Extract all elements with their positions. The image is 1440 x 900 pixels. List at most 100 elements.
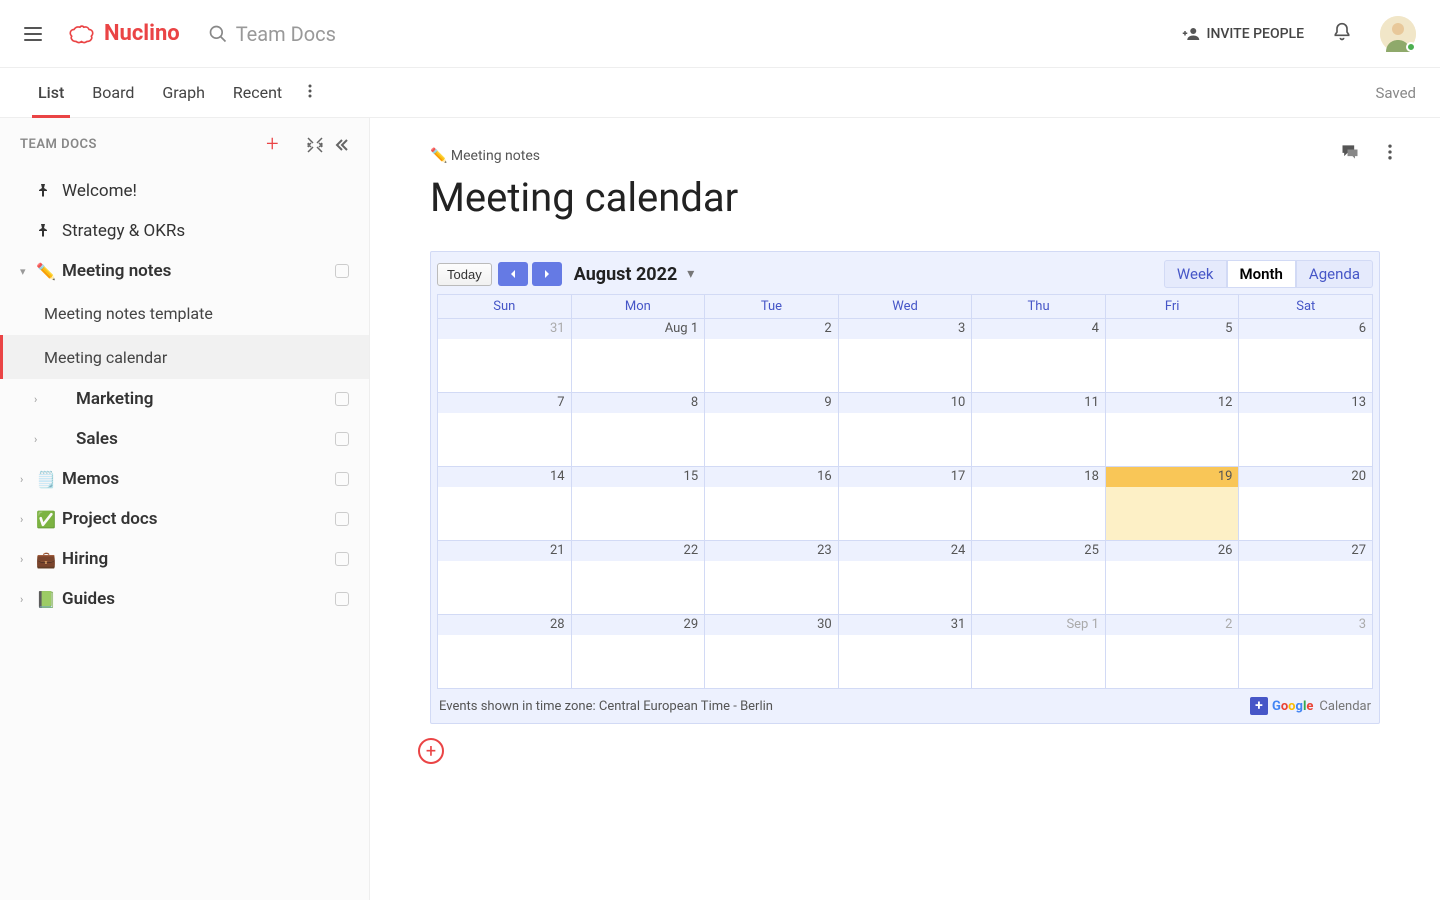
sidebar-child-item[interactable]: Meeting calendar — [0, 335, 369, 379]
top-header: Nuclino Team Docs INVITE PEOPLE — [0, 0, 1440, 68]
notifications-button[interactable] — [1332, 21, 1352, 47]
day-cell[interactable]: 12 — [1105, 392, 1239, 466]
google-calendar-link[interactable]: + Google Calendar — [1250, 697, 1371, 715]
day-cell[interactable]: 4 — [971, 318, 1105, 392]
today-button[interactable]: Today — [437, 263, 492, 286]
user-avatar[interactable] — [1380, 16, 1416, 52]
search-box[interactable]: Team Docs — [208, 22, 1183, 46]
day-cell[interactable]: 11 — [971, 392, 1105, 466]
day-cell[interactable]: 29 — [571, 614, 705, 688]
day-cell[interactable]: 13 — [1238, 392, 1372, 466]
dow-label: Tue — [704, 295, 838, 318]
day-cell[interactable]: 15 — [571, 466, 705, 540]
day-cell[interactable]: 22 — [571, 540, 705, 614]
page-title[interactable]: Meeting calendar — [430, 174, 1380, 221]
day-cell[interactable]: 5 — [1105, 318, 1239, 392]
day-number: 25 — [972, 541, 1105, 561]
day-cell[interactable]: 21 — [438, 540, 571, 614]
invite-people-button[interactable]: INVITE PEOPLE — [1182, 25, 1304, 43]
checkbox-icon[interactable] — [335, 432, 349, 446]
collapse-sidebar-icon[interactable] — [333, 137, 349, 153]
day-cell[interactable]: 24 — [838, 540, 972, 614]
day-number: 9 — [705, 393, 838, 413]
sidebar-item[interactable]: Strategy & OKRs — [0, 211, 369, 251]
comments-icon[interactable] — [1340, 142, 1360, 162]
day-number: 2 — [705, 319, 838, 339]
next-month-button[interactable] — [532, 262, 562, 286]
breadcrumb[interactable]: ✏️ Meeting notes — [430, 148, 1380, 164]
more-vertical-icon — [302, 83, 318, 99]
day-number: 19 — [1106, 467, 1239, 487]
day-cell[interactable]: 8 — [571, 392, 705, 466]
more-vertical-icon[interactable] — [1380, 142, 1400, 162]
month-picker-button[interactable]: ▾ — [687, 266, 694, 282]
day-cell[interactable]: 28 — [438, 614, 571, 688]
sidebar-item[interactable]: ›💼Hiring — [0, 539, 369, 579]
sidebar-item[interactable]: ›Marketing — [0, 379, 369, 419]
week-row: 31Aug 123456 — [438, 318, 1372, 392]
day-cell[interactable]: 26 — [1105, 540, 1239, 614]
day-cell[interactable]: Aug 1 — [571, 318, 705, 392]
tab-graph[interactable]: Graph — [148, 68, 219, 118]
sidebar-item[interactable]: Welcome! — [0, 171, 369, 211]
doc-actions — [1340, 142, 1400, 162]
checkbox-icon[interactable] — [335, 472, 349, 486]
tab-board[interactable]: Board — [78, 68, 148, 118]
day-cell[interactable]: 14 — [438, 466, 571, 540]
day-cell[interactable]: 30 — [704, 614, 838, 688]
save-status: Saved — [1375, 84, 1416, 102]
day-cell[interactable]: 31 — [838, 614, 972, 688]
google-wordmark: Google — [1272, 699, 1313, 714]
day-number: 6 — [1239, 319, 1372, 339]
day-cell[interactable]: 3 — [838, 318, 972, 392]
sidebar-item[interactable]: ›Sales — [0, 419, 369, 459]
tab-list[interactable]: List — [24, 68, 78, 118]
sidebar-title: TEAM DOCS — [20, 137, 97, 152]
day-cell[interactable]: 16 — [704, 466, 838, 540]
day-cell[interactable]: 20 — [1238, 466, 1372, 540]
sidebar-item[interactable]: ›✅Project docs — [0, 499, 369, 539]
day-cell[interactable]: 31 — [438, 318, 571, 392]
calendar-view-tabs: WeekMonthAgenda — [1164, 260, 1373, 288]
calendar-view-agenda[interactable]: Agenda — [1296, 260, 1373, 288]
day-cell[interactable]: Sep 1 — [971, 614, 1105, 688]
tabs-more-button[interactable] — [302, 83, 318, 103]
checkbox-icon[interactable] — [335, 392, 349, 406]
prev-month-button[interactable] — [498, 262, 528, 286]
day-cell[interactable]: 10 — [838, 392, 972, 466]
menu-icon[interactable] — [24, 22, 48, 46]
day-cell[interactable]: 27 — [1238, 540, 1372, 614]
sidebar-item[interactable]: ›📗Guides — [0, 579, 369, 619]
day-cell[interactable]: 2 — [704, 318, 838, 392]
calendar-view-month[interactable]: Month — [1227, 260, 1296, 288]
day-cell[interactable]: 7 — [438, 392, 571, 466]
day-cell[interactable]: 25 — [971, 540, 1105, 614]
checkbox-icon[interactable] — [335, 592, 349, 606]
day-cell[interactable]: 9 — [704, 392, 838, 466]
brand-logo[interactable]: Nuclino — [68, 21, 180, 46]
sidebar-item[interactable]: ›🗒️Memos — [0, 459, 369, 499]
add-item-button[interactable]: + — [266, 132, 279, 157]
day-of-week-row: SunMonTueWedThuFriSat — [438, 295, 1372, 318]
expand-icon[interactable] — [307, 137, 323, 153]
add-block-button[interactable]: + — [418, 738, 444, 764]
day-number: 31 — [438, 319, 571, 339]
pin-icon — [36, 222, 56, 241]
checkbox-icon[interactable] — [335, 552, 349, 566]
item-icon: ✅ — [36, 510, 56, 529]
sidebar-child-item[interactable]: Meeting notes template — [0, 291, 369, 335]
calendar-view-week[interactable]: Week — [1164, 260, 1227, 288]
checkbox-icon[interactable] — [335, 264, 349, 278]
day-number: 24 — [839, 541, 972, 561]
day-cell[interactable]: 3 — [1238, 614, 1372, 688]
day-cell[interactable]: 19 — [1105, 466, 1239, 540]
day-cell[interactable]: 6 — [1238, 318, 1372, 392]
tab-recent[interactable]: Recent — [219, 68, 296, 118]
checkbox-icon[interactable] — [335, 512, 349, 526]
sidebar-item[interactable]: ▾✏️Meeting notes — [0, 251, 369, 291]
day-cell[interactable]: 18 — [971, 466, 1105, 540]
day-cell[interactable]: 23 — [704, 540, 838, 614]
day-number: 2 — [1106, 615, 1239, 635]
day-cell[interactable]: 2 — [1105, 614, 1239, 688]
day-cell[interactable]: 17 — [838, 466, 972, 540]
